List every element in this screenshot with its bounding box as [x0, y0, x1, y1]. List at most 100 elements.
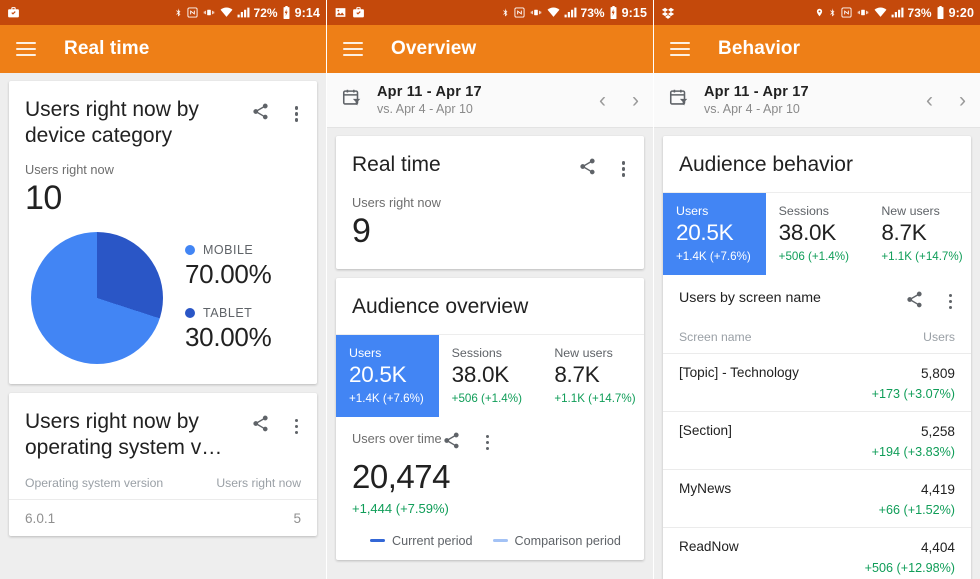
table-row[interactable]: 6.0.1 5	[9, 500, 317, 536]
more-vert-icon[interactable]	[944, 292, 957, 311]
hamburger-menu-icon[interactable]	[670, 42, 690, 57]
bluetooth-icon	[501, 6, 510, 19]
page-title: Overview	[391, 38, 476, 60]
battery-icon	[936, 6, 945, 19]
tile-value: 20.5K	[349, 362, 439, 388]
status-time: 9:14	[295, 6, 320, 20]
table-row[interactable]: MyNews 4,419 +66 (+1.52%)	[663, 470, 971, 528]
more-vert-icon[interactable]	[617, 159, 630, 178]
row-label: 6.0.1	[25, 511, 55, 526]
row-value: 4,419	[921, 482, 955, 497]
screen-behavior: 73% 9:20 Behavior Apr 11 - Apr 17 vs. Ap…	[654, 0, 980, 579]
card-users-by-device-category: Users right now by device category Users…	[9, 81, 317, 384]
tile-value: 38.0K	[452, 362, 542, 388]
nfc-icon	[514, 7, 525, 18]
wifi-icon	[547, 7, 560, 18]
row-value: 5,258	[921, 424, 955, 439]
card-users-by-os-version: Users right now by operating system v… O…	[9, 393, 317, 536]
more-vert-icon[interactable]	[290, 417, 303, 436]
tile-delta: +1.4K (+7.6%)	[349, 392, 439, 405]
tile-label: New users	[554, 346, 644, 360]
date-range-bar[interactable]: Apr 11 - Apr 17 vs. Apr 4 - Apr 10 ‹ ›	[654, 73, 980, 128]
card-real-time: Real time Users right now 9	[336, 136, 644, 269]
page-title: Behavior	[718, 38, 800, 60]
app-bar: Real time	[0, 25, 326, 73]
prev-period-button[interactable]: ‹	[926, 90, 933, 111]
screen-content: Users right now by device category Users…	[0, 73, 326, 579]
row-label: ReadNow	[679, 539, 739, 554]
briefcase-icon	[352, 6, 365, 19]
row-value: 5,809	[921, 366, 955, 381]
row-label: [Section]	[679, 423, 732, 438]
share-icon[interactable]	[442, 431, 461, 455]
share-icon[interactable]	[905, 290, 924, 314]
over-time-value: 20,474	[336, 455, 644, 496]
tile-label: New users	[881, 204, 971, 218]
next-period-button[interactable]: ›	[959, 90, 966, 111]
table-row[interactable]: ReadNow 4,404 +506 (+12.98%)	[663, 528, 971, 579]
battery-icon	[609, 6, 618, 19]
column-header-right: Users right now	[216, 476, 301, 490]
metric-tile-new-users[interactable]: New users 8.7K +1.1K (+14.7%)	[868, 193, 971, 275]
metric-tiles: Users 20.5K +1.4K (+7.6%) Sessions 38.0K…	[663, 192, 971, 275]
more-vert-icon[interactable]	[290, 104, 303, 123]
share-icon[interactable]	[251, 414, 270, 438]
metric-value: 9	[336, 210, 644, 269]
screen-content: Real time Users right now 9 Audience ove…	[327, 128, 653, 579]
status-bar: 73% 9:20	[654, 0, 980, 25]
status-bar: 73% 9:15	[327, 0, 653, 25]
metric-tile-sessions[interactable]: Sessions 38.0K +506 (+1.4%)	[439, 335, 542, 417]
tile-delta: +1.1K (+14.7%)	[554, 392, 644, 405]
table-header: Operating system version Users right now	[9, 460, 317, 500]
tile-delta: +1.1K (+14.7%)	[881, 250, 971, 263]
date-compare-label: vs. Apr 4 - Apr 10	[704, 102, 809, 116]
screen-overview: 73% 9:15 Overview Apr 11 - Apr 17 vs. Ap…	[327, 0, 654, 579]
screen-real-time: 72% 9:14 Real time Users right now by de…	[0, 0, 327, 579]
tile-delta: +1.4K (+7.6%)	[676, 250, 766, 263]
table-row[interactable]: [Section] 5,258 +194 (+3.83%)	[663, 412, 971, 470]
metric-tile-users[interactable]: Users 20.5K +1.4K (+7.6%)	[336, 335, 439, 417]
date-range-label: Apr 11 - Apr 17	[704, 84, 809, 100]
share-icon[interactable]	[251, 102, 270, 126]
status-bar: 72% 9:14	[0, 0, 326, 25]
battery-percent: 73%	[908, 6, 932, 20]
share-icon[interactable]	[578, 157, 597, 181]
metric-tile-users[interactable]: Users 20.5K +1.4K (+7.6%)	[663, 193, 766, 275]
legend-color-dot	[185, 308, 195, 318]
page-title: Real time	[64, 38, 149, 60]
status-time: 9:15	[622, 6, 647, 20]
hamburger-menu-icon[interactable]	[343, 42, 363, 57]
tile-value: 20.5K	[676, 220, 766, 246]
legend-label: Comparison period	[515, 534, 621, 548]
screen-content: Audience behavior Users 20.5K +1.4K (+7.…	[654, 128, 980, 579]
app-bar: Overview	[327, 25, 653, 73]
tile-label: Sessions	[779, 204, 869, 218]
tile-value: 8.7K	[881, 220, 971, 246]
more-vert-icon[interactable]	[481, 433, 494, 452]
prev-period-button[interactable]: ‹	[599, 90, 606, 111]
table-row[interactable]: [Topic] - Technology 5,809 +173 (+3.07%)	[663, 354, 971, 412]
row-value: 5	[293, 511, 301, 526]
legend-color-bar	[370, 539, 385, 542]
metric-tile-new-users[interactable]: New users 8.7K +1.1K (+14.7%)	[541, 335, 644, 417]
signal-icon	[564, 7, 577, 18]
vibrate-icon	[529, 7, 543, 18]
row-delta: +66 (+1.52%)	[879, 503, 955, 517]
battery-percent: 72%	[254, 6, 278, 20]
briefcase-icon	[7, 6, 20, 19]
date-range-bar[interactable]: Apr 11 - Apr 17 vs. Apr 4 - Apr 10 ‹ ›	[327, 73, 653, 128]
battery-icon	[282, 6, 291, 19]
chart-legend: Current period Comparison period	[336, 516, 644, 560]
hamburger-menu-icon[interactable]	[16, 42, 36, 57]
row-delta: +173 (+3.07%)	[872, 387, 955, 401]
date-compare-label: vs. Apr 4 - Apr 10	[377, 102, 482, 116]
column-header-left: Screen name	[679, 330, 752, 344]
card-title: Users right now by device category	[25, 97, 251, 148]
legend-color-dot	[185, 245, 195, 255]
metric-label: Users right now	[9, 148, 317, 177]
battery-percent: 73%	[581, 6, 605, 20]
tile-value: 8.7K	[554, 362, 644, 388]
next-period-button[interactable]: ›	[632, 90, 639, 111]
metric-tile-sessions[interactable]: Sessions 38.0K +506 (+1.4%)	[766, 193, 869, 275]
screenshot-root: 72% 9:14 Real time Users right now by de…	[0, 0, 980, 579]
